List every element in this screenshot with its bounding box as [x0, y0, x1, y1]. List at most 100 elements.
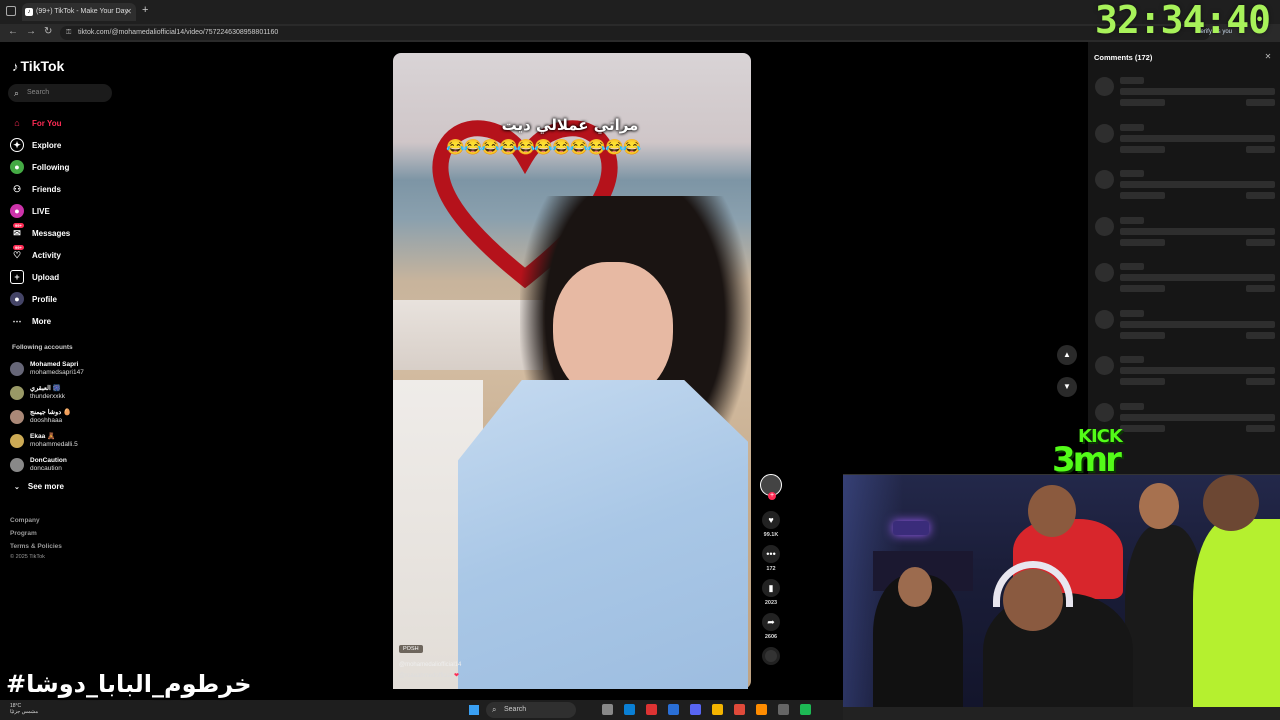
following-account[interactable]: DonCaution doncaution: [10, 453, 84, 477]
spotify-icon[interactable]: [800, 704, 811, 715]
windows-start-icon[interactable]: [469, 705, 479, 715]
following-account[interactable]: دوشا جيمنج 🥚 dooshhaaa: [10, 405, 84, 429]
vlc-icon[interactable]: [756, 704, 767, 715]
skeleton-avatar: [1095, 216, 1114, 236]
sidebar-item-more[interactable]: ⋯ More: [10, 310, 70, 332]
comment-count: 172: [766, 566, 776, 572]
comment-icon: •••: [762, 545, 780, 563]
search-icon: ⌕: [492, 705, 497, 714]
chrome-icon[interactable]: [734, 704, 745, 715]
sidebar: ♪ TikTok ⌕ Search ⌂ For You ✦ Explore ● Foll…: [0, 42, 125, 682]
webcam-person-green-shirt: [1193, 519, 1280, 720]
kick-logo: KICK 3mr: [1052, 426, 1142, 480]
skeleton-line: [1120, 274, 1275, 281]
windows-taskbar: 18°C مشمس جزئيًا ⌕ Search: [0, 700, 843, 720]
kick-logo-bottom: 3mr: [1052, 440, 1122, 480]
following-account[interactable]: Ekaa 🧸 mohammedalli.5: [10, 429, 84, 453]
discord-icon[interactable]: [690, 704, 701, 715]
browser-tab[interactable]: ♪ (99+) TikTok - Make Your Day ✕: [22, 3, 136, 21]
skeleton-avatar: [1095, 170, 1114, 189]
sidebar-item-activity[interactable]: ♡ 99+ Activity: [10, 244, 70, 266]
follow-plus-icon[interactable]: +: [768, 492, 776, 500]
creator-avatar[interactable]: +: [760, 474, 782, 500]
following-accounts-title: Following accounts: [12, 344, 73, 351]
following-icon: ●: [10, 160, 24, 174]
url-text: tiktok.com/@mohamedaliofficial14/video/7…: [78, 29, 279, 36]
skeleton-line: [1120, 413, 1275, 421]
comment-skeleton: [1094, 77, 1275, 117]
bookmark-icon: ▮: [762, 579, 780, 597]
sound-disc-icon[interactable]: [762, 647, 780, 665]
url-input[interactable]: ⚿ tiktok.com/@mohamedaliofficial14/video…: [60, 26, 1210, 40]
previous-video-button[interactable]: ▲: [1057, 345, 1077, 365]
share-icon: ➦: [762, 613, 780, 631]
sidebar-item-live[interactable]: ● LIVE: [10, 200, 70, 222]
tab-close-icon[interactable]: ✕: [125, 3, 132, 21]
video-author-handle[interactable]: @mohamedaliofficial14: [399, 660, 461, 671]
search-placeholder: Search: [27, 89, 50, 96]
share-button[interactable]: ➦ 2606: [760, 613, 782, 640]
skeleton-line: [1120, 320, 1275, 328]
skeleton-line: [1246, 99, 1275, 106]
like-button[interactable]: ♥ 99.1K: [760, 511, 782, 538]
task-view-icon[interactable]: [602, 704, 613, 715]
video-mention[interactable]: @roaaahmedofficial: [399, 673, 452, 679]
skeleton-line: [1120, 99, 1165, 106]
skeleton-line: [1120, 227, 1275, 235]
messages-icon: ✉: [13, 227, 21, 238]
footer-terms-link[interactable]: Terms & Policies: [10, 540, 62, 553]
skeleton-line: [1246, 424, 1275, 432]
skeleton-line: [1120, 367, 1275, 374]
upload-icon: +: [10, 270, 24, 284]
tiktok-favicon-icon: ♪: [25, 8, 33, 16]
skeleton-line: [1120, 402, 1144, 410]
see-more-button[interactable]: ⌄ See more: [14, 482, 64, 491]
caption-emojis: 😂😂😂😂😂😂😂😂😂😂😂: [446, 139, 641, 156]
skeleton-line: [1246, 285, 1275, 292]
chevron-down-icon: ⌄: [14, 484, 20, 491]
save-button[interactable]: ▮ 2023: [760, 579, 782, 606]
footer-program-link[interactable]: Program: [10, 527, 62, 540]
weather-widget[interactable]: 18°C مشمس جزئيًا: [10, 703, 38, 715]
app-red-icon[interactable]: [646, 704, 657, 715]
skeleton-line: [1120, 181, 1275, 188]
new-tab-icon[interactable]: +: [142, 4, 148, 16]
following-account[interactable]: Mohamed Sapri mohamedsapri147: [10, 357, 84, 381]
taskbar-search[interactable]: ⌕ Search: [486, 702, 576, 718]
webcam-person-head: [1028, 485, 1076, 537]
edge-icon[interactable]: [624, 704, 635, 715]
sidebar-item-for-you[interactable]: ⌂ For You: [10, 112, 70, 134]
tab-actions-icon[interactable]: [6, 6, 16, 16]
close-icon[interactable]: ✕: [1263, 52, 1273, 62]
settings-icon[interactable]: [778, 704, 789, 715]
sidebar-item-friends[interactable]: ⚇ Friends: [10, 178, 70, 200]
file-explorer-icon[interactable]: [712, 704, 723, 715]
next-video-button[interactable]: ▼: [1057, 377, 1077, 397]
footer-company-link[interactable]: Company: [10, 514, 62, 527]
following-account[interactable]: العبقري 🎆 thunderxxkk: [10, 381, 84, 405]
avatar: [10, 362, 24, 376]
woman-dress-image: [458, 380, 748, 689]
sound-tag[interactable]: POSH: [399, 645, 423, 653]
tiktok-note-icon: ♪: [12, 59, 19, 74]
friends-icon: ⚇: [12, 183, 22, 194]
sidebar-nav: ⌂ For You ✦ Explore ● Following ⚇ Friends ● L…: [10, 112, 70, 332]
skeleton-avatar: [1095, 309, 1114, 329]
sidebar-item-profile[interactable]: ● Profile: [10, 288, 70, 310]
avatar: [10, 410, 24, 424]
site-info-icon[interactable]: ⚿: [66, 26, 71, 40]
sidebar-item-following[interactable]: ● Following: [10, 156, 70, 178]
tiktok-logo[interactable]: ♪ TikTok: [12, 58, 64, 74]
back-icon[interactable]: ←: [8, 26, 18, 37]
reload-icon[interactable]: ↻: [44, 26, 52, 37]
search-input[interactable]: ⌕ Search: [8, 84, 112, 102]
chevron-down-icon: ▼: [1063, 382, 1071, 391]
messages-badge: 99+: [13, 223, 24, 228]
forward-icon[interactable]: →: [26, 26, 36, 37]
sidebar-item-explore[interactable]: ✦ Explore: [10, 134, 70, 156]
outlook-icon[interactable]: [668, 704, 679, 715]
sidebar-item-messages[interactable]: ✉ 99+ Messages: [10, 222, 70, 244]
comment-button[interactable]: ••• 172: [760, 545, 782, 572]
sidebar-item-upload[interactable]: + Upload: [10, 266, 70, 288]
comment-skeleton: [1094, 123, 1275, 164]
